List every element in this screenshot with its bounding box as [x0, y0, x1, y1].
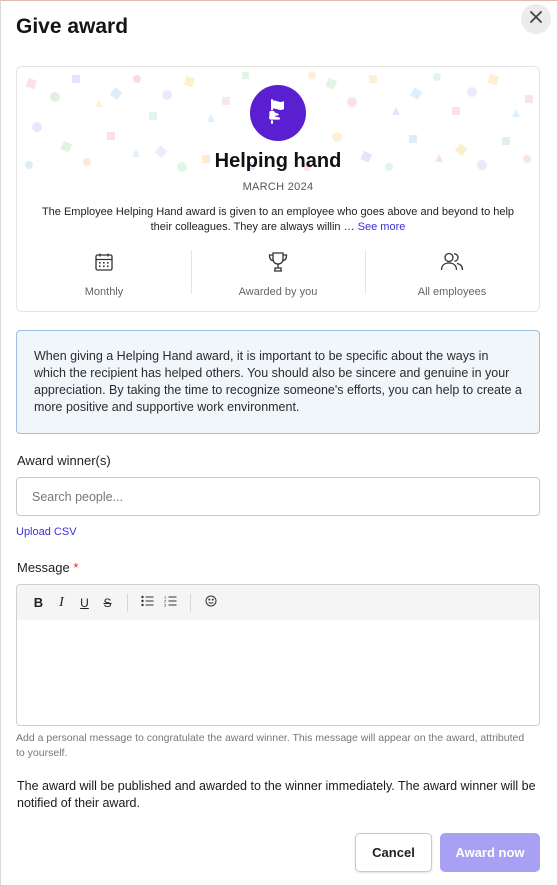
message-label-text: Message: [17, 560, 70, 575]
award-description-text: The Employee Helping Hand award is given…: [41, 206, 515, 233]
bold-icon: B: [33, 595, 44, 610]
close-icon: [530, 10, 542, 28]
stat-frequency: Monthly: [17, 250, 191, 298]
editor-toolbar: B I U S 123: [17, 585, 539, 620]
underline-button[interactable]: U: [75, 593, 94, 613]
give-award-dialog: Give award Helping hand MARCH 2024 The E…: [0, 0, 558, 885]
numbered-list-button[interactable]: 123: [161, 593, 180, 613]
stat-label: All employees: [417, 286, 487, 298]
bulleted-list-button[interactable]: [138, 593, 157, 613]
cancel-button[interactable]: Cancel: [355, 833, 432, 872]
svg-text:3: 3: [164, 603, 167, 608]
calendar-icon: [93, 250, 115, 274]
search-people-input[interactable]: [16, 477, 540, 516]
message-label: Message *: [17, 560, 78, 575]
award-stats: Monthly Awarded by you All employees: [17, 250, 539, 298]
underline-icon: U: [80, 595, 89, 610]
bold-button[interactable]: B: [29, 593, 48, 613]
stat-awarded-by: Awarded by you: [191, 250, 365, 298]
message-editor: B I U S 123: [16, 584, 540, 726]
italic-button[interactable]: I: [52, 593, 71, 613]
award-card: Helping hand MARCH 2024 The Employee Hel…: [16, 66, 540, 312]
users-icon: [439, 250, 465, 274]
message-text-area[interactable]: [17, 620, 539, 725]
toolbar-divider: [127, 593, 128, 612]
see-more-link[interactable]: See more: [358, 221, 406, 233]
italic-icon: I: [59, 594, 64, 610]
award-date: MARCH 2024: [242, 181, 314, 193]
strikethrough-button[interactable]: S: [98, 593, 117, 613]
message-hint: Add a personal message to congratulate t…: [16, 732, 525, 759]
award-guidance-box: When giving a Helping Hand award, it is …: [16, 330, 540, 434]
bulleted-list-icon: [141, 595, 154, 610]
stat-eligibility: All employees: [365, 250, 539, 298]
toolbar-divider: [190, 593, 191, 612]
trophy-icon: [266, 250, 290, 274]
upload-csv-link[interactable]: Upload CSV: [16, 526, 77, 538]
award-badge: [250, 85, 306, 141]
strikethrough-icon: S: [103, 595, 112, 610]
award-winner-label: Award winner(s): [17, 453, 111, 468]
close-button[interactable]: [521, 4, 551, 34]
smiley-icon: [205, 595, 217, 610]
helping-hand-flag-icon: [263, 96, 293, 131]
emoji-button[interactable]: [201, 593, 220, 613]
publish-notice: The award will be published and awarded …: [17, 779, 536, 810]
stat-label: Monthly: [84, 286, 124, 298]
award-now-button[interactable]: Award now: [440, 833, 540, 872]
dialog-title: Give award: [16, 15, 129, 38]
award-name: Helping hand: [214, 150, 342, 172]
required-marker: *: [73, 560, 79, 575]
stat-label: Awarded by you: [238, 286, 318, 298]
numbered-list-icon: 123: [164, 595, 177, 610]
award-description: The Employee Helping Hand award is given…: [35, 205, 521, 235]
